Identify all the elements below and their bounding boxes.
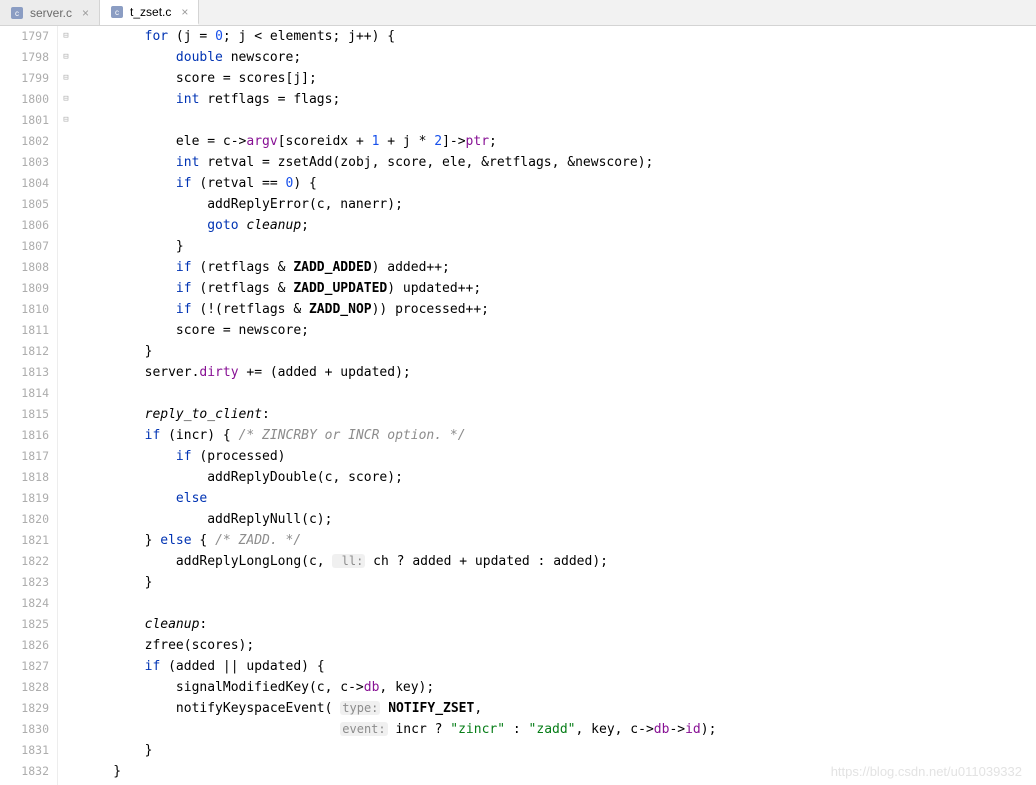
line-number: 1806 xyxy=(0,215,49,236)
code-line[interactable] xyxy=(82,383,1036,404)
code-area[interactable]: for (j = 0; j < elements; j++) { double … xyxy=(74,26,1036,785)
code-line[interactable]: goto cleanup; xyxy=(82,215,1036,236)
line-number: 1809 xyxy=(0,278,49,299)
code-line[interactable]: zfree(scores); xyxy=(82,635,1036,656)
tab-label: server.c xyxy=(30,6,72,20)
line-number: 1805 xyxy=(0,194,49,215)
line-number: 1815 xyxy=(0,404,49,425)
fold-marker[interactable]: ⊟ xyxy=(58,68,74,89)
line-number: 1827 xyxy=(0,656,49,677)
fold-marker[interactable]: ⊟ xyxy=(58,26,74,47)
code-line[interactable]: addReplyNull(c); xyxy=(82,509,1036,530)
code-line[interactable]: addReplyLongLong(c, ll: ch ? added + upd… xyxy=(82,551,1036,572)
code-line[interactable] xyxy=(82,110,1036,131)
code-line[interactable]: if (retflags & ZADD_UPDATED) updated++; xyxy=(82,278,1036,299)
code-line[interactable]: } xyxy=(82,740,1036,761)
line-number: 1828 xyxy=(0,677,49,698)
code-line[interactable]: int retflags = flags; xyxy=(82,89,1036,110)
code-line[interactable]: if (processed) xyxy=(82,446,1036,467)
tab-label: t_zset.c xyxy=(130,5,171,19)
line-number: 1822 xyxy=(0,551,49,572)
line-number: 1804 xyxy=(0,173,49,194)
code-line[interactable]: if (incr) { /* ZINCRBY or INCR option. *… xyxy=(82,425,1036,446)
code-line[interactable]: if (!(retflags & ZADD_NOP)) processed++; xyxy=(82,299,1036,320)
editor-tabs: c server.c × c t_zset.c × xyxy=(0,0,1036,26)
code-line[interactable]: notifyKeyspaceEvent( type: NOTIFY_ZSET, xyxy=(82,698,1036,719)
code-line[interactable]: } xyxy=(82,572,1036,593)
svg-text:c: c xyxy=(115,8,119,17)
line-number: 1798 xyxy=(0,47,49,68)
code-line[interactable]: if (retflags & ZADD_ADDED) added++; xyxy=(82,257,1036,278)
close-icon[interactable]: × xyxy=(82,6,89,20)
code-line[interactable]: } xyxy=(82,761,1036,782)
code-line[interactable]: if (retval == 0) { xyxy=(82,173,1036,194)
line-number: 1821 xyxy=(0,530,49,551)
line-number: 1825 xyxy=(0,614,49,635)
tab-server-c[interactable]: c server.c × xyxy=(0,0,100,25)
line-number: 1816 xyxy=(0,425,49,446)
line-number: 1830 xyxy=(0,719,49,740)
c-file-icon: c xyxy=(10,6,24,20)
code-line[interactable]: addReplyDouble(c, score); xyxy=(82,467,1036,488)
code-line[interactable]: reply_to_client: xyxy=(82,404,1036,425)
fold-marker[interactable]: ⊟ xyxy=(58,110,74,131)
code-line[interactable]: double newscore; xyxy=(82,47,1036,68)
code-line[interactable]: } else { /* ZADD. */ xyxy=(82,530,1036,551)
line-number: 1820 xyxy=(0,509,49,530)
fold-column[interactable]: ⊟⊟⊟⊟⊟ xyxy=(58,26,74,785)
line-number: 1799 xyxy=(0,68,49,89)
line-number: 1810 xyxy=(0,299,49,320)
code-line[interactable]: event: incr ? "zincr" : "zadd", key, c->… xyxy=(82,719,1036,740)
line-number: 1817 xyxy=(0,446,49,467)
line-number-gutter: 1797179817991800180118021803180418051806… xyxy=(0,26,58,785)
line-number: 1813 xyxy=(0,362,49,383)
code-line[interactable]: score = scores[j]; xyxy=(82,68,1036,89)
line-number: 1812 xyxy=(0,341,49,362)
line-number: 1829 xyxy=(0,698,49,719)
code-line[interactable] xyxy=(82,593,1036,614)
line-number: 1819 xyxy=(0,488,49,509)
line-number: 1831 xyxy=(0,740,49,761)
line-number: 1823 xyxy=(0,572,49,593)
tab-t-zset-c[interactable]: c t_zset.c × xyxy=(100,0,199,25)
line-number: 1800 xyxy=(0,89,49,110)
line-number: 1814 xyxy=(0,383,49,404)
line-number: 1826 xyxy=(0,635,49,656)
code-line[interactable]: ele = c->argv[scoreidx + 1 + j * 2]->ptr… xyxy=(82,131,1036,152)
code-editor[interactable]: 1797179817991800180118021803180418051806… xyxy=(0,26,1036,785)
line-number: 1802 xyxy=(0,131,49,152)
code-line[interactable]: if (added || updated) { xyxy=(82,656,1036,677)
line-number: 1808 xyxy=(0,257,49,278)
code-line[interactable]: server.dirty += (added + updated); xyxy=(82,362,1036,383)
line-number: 1801 xyxy=(0,110,49,131)
line-number: 1807 xyxy=(0,236,49,257)
code-line[interactable]: cleanup: xyxy=(82,614,1036,635)
fold-marker[interactable]: ⊟ xyxy=(58,89,74,110)
code-line[interactable]: } xyxy=(82,341,1036,362)
line-number: 1797 xyxy=(0,26,49,47)
line-number: 1811 xyxy=(0,320,49,341)
code-line[interactable]: addReplyError(c, nanerr); xyxy=(82,194,1036,215)
line-number: 1803 xyxy=(0,152,49,173)
code-line[interactable]: } xyxy=(82,236,1036,257)
code-line[interactable]: else xyxy=(82,488,1036,509)
code-line[interactable]: signalModifiedKey(c, c->db, key); xyxy=(82,677,1036,698)
svg-text:c: c xyxy=(15,9,19,18)
c-file-icon: c xyxy=(110,5,124,19)
fold-marker[interactable]: ⊟ xyxy=(58,47,74,68)
close-icon[interactable]: × xyxy=(181,5,188,19)
line-number: 1818 xyxy=(0,467,49,488)
code-line[interactable]: int retval = zsetAdd(zobj, score, ele, &… xyxy=(82,152,1036,173)
line-number: 1824 xyxy=(0,593,49,614)
code-line[interactable]: score = newscore; xyxy=(82,320,1036,341)
line-number: 1832 xyxy=(0,761,49,782)
code-line[interactable]: for (j = 0; j < elements; j++) { xyxy=(82,26,1036,47)
